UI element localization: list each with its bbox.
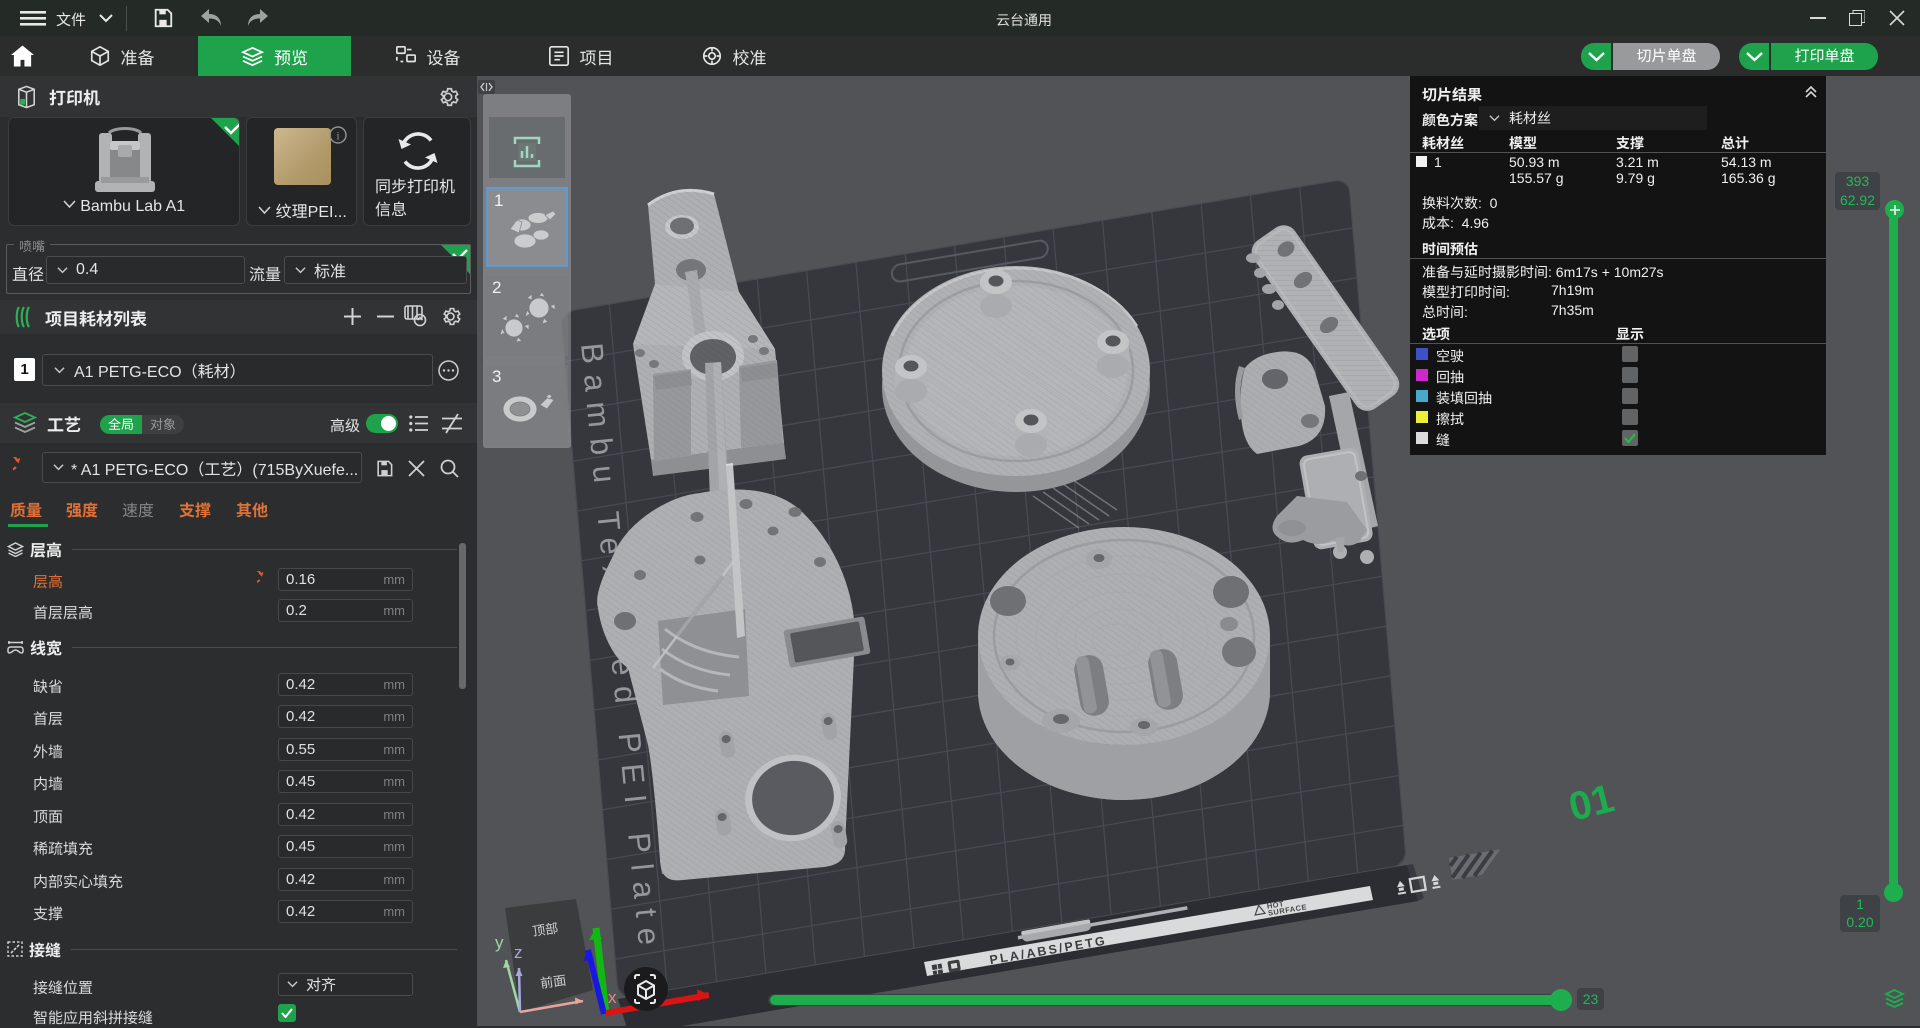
svg-text:i: i <box>336 129 340 143</box>
svg-text:前面: 前面 <box>539 970 567 992</box>
svg-text:z: z <box>514 943 523 962</box>
svg-text:y: y <box>495 933 504 952</box>
svg-text:x: x <box>608 988 617 1007</box>
svg-text:顶部: 顶部 <box>531 918 559 940</box>
